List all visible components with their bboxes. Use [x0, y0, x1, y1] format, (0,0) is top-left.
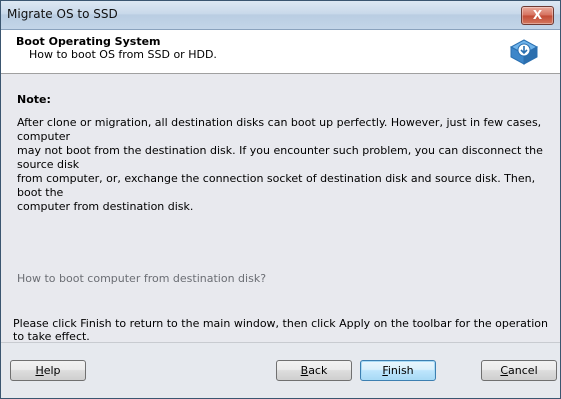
finish-label: inish	[387, 364, 414, 377]
content-area: Note: After clone or migration, all dest…	[1, 74, 560, 343]
note-line: from computer, or, exchange the connecti…	[17, 172, 536, 199]
help-mnemonic: H	[35, 364, 44, 377]
cancel-button[interactable]: Cancel	[481, 360, 557, 381]
migrate-os-window: Migrate OS to SSD X Boot Operating Syste…	[0, 0, 561, 399]
howto-boot-link[interactable]: How to boot computer from destination di…	[17, 272, 266, 285]
close-button[interactable]: X	[521, 6, 554, 25]
finish-button[interactable]: Finish	[360, 360, 436, 381]
help-button[interactable]: Help	[10, 360, 86, 381]
help-label: elp	[43, 364, 61, 377]
header-title: Boot Operating System	[16, 35, 161, 48]
close-icon: X	[532, 8, 543, 22]
cancel-mnemonic: C	[500, 364, 509, 377]
disk-download-icon	[509, 39, 539, 65]
note-text: After clone or migration, all destinatio…	[17, 116, 547, 214]
note-line: computer from destination disk.	[17, 200, 194, 213]
back-label: ack	[308, 364, 328, 377]
note-label: Note:	[17, 93, 51, 106]
back-button[interactable]: Back	[276, 360, 352, 381]
cancel-label: ancel	[508, 364, 538, 377]
wizard-header: Boot Operating System How to boot OS fro…	[1, 30, 560, 74]
header-subtitle: How to boot OS from SSD or HDD.	[29, 48, 217, 61]
title-bar[interactable]: Migrate OS to SSD X	[1, 1, 560, 30]
note-line: may not boot from the destination disk. …	[17, 144, 543, 171]
footer-divider	[1, 342, 560, 343]
window-title: Migrate OS to SSD	[7, 7, 118, 21]
instruction-text: Please click Finish to return to the mai…	[13, 317, 548, 343]
note-line: After clone or migration, all destinatio…	[17, 116, 542, 143]
